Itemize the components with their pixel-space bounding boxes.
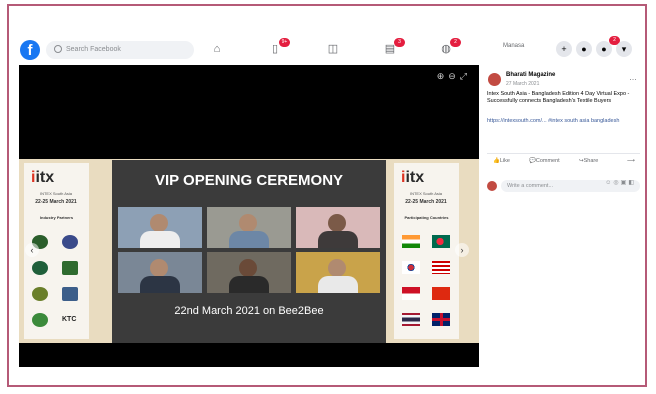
profile-shortcut[interactable]: Manasa <box>503 43 524 49</box>
facebook-logo-icon[interactable]: f <box>20 40 40 60</box>
fullscreen-icon[interactable]: ⤢ <box>460 71 471 81</box>
video-grid <box>118 207 380 337</box>
like-button[interactable]: 👍 Like <box>493 158 510 164</box>
south-korea-flag <box>402 261 420 274</box>
partner-logo <box>32 287 48 301</box>
post-actions: 👍 Like 💬 Comment ↪ Share ⟶ <box>487 158 640 168</box>
logo-subtitle: INTEX South Asia <box>409 191 442 196</box>
bangladesh-flag <box>432 235 450 248</box>
uk-flag <box>432 313 450 326</box>
account-menu-icon[interactable]: ▾ <box>616 41 632 57</box>
partner-logo <box>32 261 48 275</box>
ceremony-title: VIP OPENING CEREMONY <box>154 172 344 189</box>
notifications-icon[interactable]: ● 2 <box>596 36 620 57</box>
right-panel: iitx INTEX South Asia 22-25 March 2021 P… <box>394 163 459 339</box>
create-icon[interactable]: + <box>556 41 572 57</box>
post-sidebar: Bharati Magazine 27 March 2021 … Intex S… <box>482 65 645 367</box>
post-link[interactable]: https://intexsouth.com/... #intex south … <box>487 118 635 125</box>
logo-subtitle: INTEX South Asia <box>39 191 72 196</box>
home-icon[interactable]: ⌂ <box>210 43 224 55</box>
participant-tile <box>296 252 380 293</box>
share-button[interactable]: ↪ Share <box>579 158 598 164</box>
china-flag <box>432 287 450 300</box>
camera-icon[interactable]: ◎ <box>613 180 620 186</box>
partner-logo <box>62 235 78 249</box>
next-arrow-icon[interactable]: › <box>455 243 469 257</box>
itx-logo: iitx <box>401 169 425 186</box>
event-slide-image: iitx INTEX South Asia 22-25 March 2021 I… <box>19 159 479 343</box>
post-text: Intex South Asia - Bangladesh Edition 4 … <box>487 91 630 104</box>
malaysia-flag <box>432 261 450 274</box>
top-navigation-bar: f Search Facebook ⌂ ▯ 9+ ◫ ▤ 3 ◍ 2 Manas… <box>20 36 645 64</box>
groups-badge: 3 <box>394 38 405 47</box>
watch-badge: 9+ <box>279 38 290 47</box>
expo-dates: 22-25 March 2021 <box>35 199 77 205</box>
search-icon <box>54 45 62 54</box>
viewer-tools: ⊕⊖⤢ <box>437 71 471 82</box>
participant-tile <box>118 252 202 293</box>
ktc-logo: KTC <box>62 313 78 327</box>
partner-logo <box>62 287 78 301</box>
itx-logo: iitx <box>31 169 55 186</box>
thailand-flag <box>402 313 420 326</box>
marketplace-icon[interactable]: ◫ <box>326 43 340 55</box>
media-viewer: ⊕⊖⤢ iitx INTEX South Asia 22-25 March 20… <box>19 65 479 367</box>
previous-arrow-icon[interactable]: ‹ <box>25 243 39 257</box>
partner-logo <box>32 313 48 327</box>
share-arrow-icon[interactable]: ⟶ <box>627 158 635 164</box>
search-input[interactable]: Search Facebook <box>46 41 194 59</box>
expo-dates: 22-25 March 2021 <box>405 199 447 205</box>
search-placeholder: Search Facebook <box>66 46 121 53</box>
user-avatar <box>487 181 497 191</box>
comment-composer: Write a comment... ☺◎▣◧ <box>487 179 640 193</box>
sticker-icon[interactable]: ◧ <box>628 180 636 186</box>
more-options-icon[interactable]: … <box>629 73 637 82</box>
ceremony-date: 22nd March 2021 on Bee2Bee <box>174 305 324 317</box>
gaming-badge: 2 <box>450 38 461 47</box>
participant-tile <box>118 207 202 248</box>
page-name[interactable]: Bharati Magazine <box>506 72 555 78</box>
post-date[interactable]: 27 March 2021 <box>506 81 539 87</box>
groups-icon[interactable]: ▤ 3 <box>383 38 405 55</box>
indonesia-flag <box>402 287 420 300</box>
comment-button[interactable]: 💬 Comment <box>529 158 560 164</box>
watch-icon[interactable]: ▯ 9+ <box>268 38 290 55</box>
messenger-icon[interactable]: ● <box>576 41 592 57</box>
india-flag <box>402 235 420 248</box>
zoom-out-icon[interactable]: ⊖ <box>448 71 460 81</box>
participant-tile <box>207 207 291 248</box>
gaming-icon[interactable]: ◍ 2 <box>439 38 461 55</box>
comment-tools: ☺◎▣◧ <box>605 179 636 186</box>
divider <box>487 153 640 154</box>
partner-logo <box>62 261 78 275</box>
participant-tile <box>296 207 380 248</box>
industry-partners-heading: Industry Partners <box>39 215 74 220</box>
zoom-in-icon[interactable]: ⊕ <box>437 71 449 81</box>
participating-countries-heading: Participating Countries <box>404 215 449 220</box>
ceremony-screen: VIP OPENING CEREMONY 22nd March 2021 on … <box>112 160 386 343</box>
participant-tile <box>207 252 291 293</box>
page-avatar[interactable] <box>488 73 501 86</box>
